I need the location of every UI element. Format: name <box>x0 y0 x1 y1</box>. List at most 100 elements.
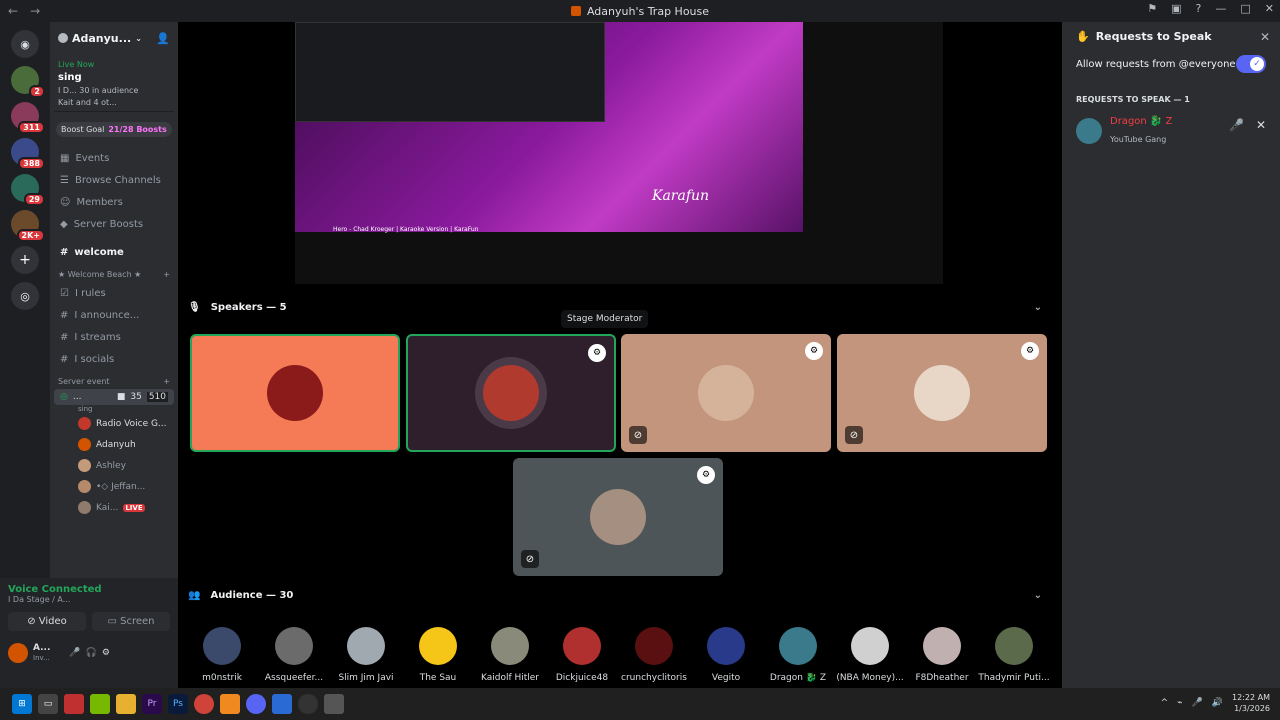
add-channel-icon[interactable]: + <box>163 270 170 279</box>
category-server-event[interactable]: Server event + <box>50 370 178 389</box>
discover-icon[interactable]: ◎ <box>11 282 39 310</box>
voice-channel[interactable]: I Da Stage / A... <box>8 595 170 604</box>
network-icon[interactable]: ⌁ <box>1177 698 1182 708</box>
photoshop-icon[interactable]: Ps <box>168 694 188 714</box>
gear-icon[interactable]: ⚙ <box>102 648 110 658</box>
audience-header[interactable]: 👥 Audience — 30 ⌄ <box>188 590 1052 601</box>
audience-member[interactable]: Thadymir Puti... <box>978 627 1050 683</box>
chrome-icon[interactable] <box>194 694 214 714</box>
speaker-tile[interactable]: ⚙ ⊘ <box>837 334 1047 452</box>
screen-share-stream[interactable]: Karafun Hero - Chad Kroeger | Karaoke Ve… <box>295 22 943 284</box>
add-server-icon[interactable]: + <box>11 246 39 274</box>
audience-member[interactable]: Kaidolf Hitler <box>474 627 546 683</box>
maximize-button[interactable]: □ <box>1240 2 1250 15</box>
audience-member[interactable]: F8Dheather <box>906 627 978 683</box>
volume-icon[interactable]: 🔊 <box>1212 698 1223 708</box>
audience-name: Dickjuice48 <box>555 673 609 683</box>
chevron-down-icon[interactable]: ⌄ <box>1034 302 1042 313</box>
audience-member[interactable]: (NBA Money)... <box>834 627 906 683</box>
dismiss-icon[interactable]: ✕ <box>1256 118 1266 132</box>
invite-icon[interactable]: 👤 <box>156 32 170 45</box>
screen-share-button[interactable]: ▭ Screen <box>92 612 170 631</box>
speakers-label: Speakers — 5 <box>210 302 287 313</box>
avatar[interactable] <box>8 643 28 663</box>
audience-member[interactable]: Dragon 🐉 Z <box>762 627 834 683</box>
server-folder[interactable]: 2K+ <box>11 210 45 242</box>
chevron-up-icon[interactable]: ^ <box>1161 698 1169 708</box>
guild-name: Adanyu... <box>72 31 132 45</box>
voice-user-name: Adanyuh <box>96 439 136 450</box>
invite-to-speak-icon[interactable]: 🎤 <box>1229 118 1244 132</box>
voice-user[interactable]: Radio Voice G... <box>50 413 178 434</box>
speaker-tile[interactable] <box>190 334 400 452</box>
mic-icon[interactable]: 🎤 <box>1192 698 1203 708</box>
channel-announcements[interactable]: # I announce... <box>50 304 178 326</box>
audience-member[interactable]: Dickjuice48 <box>546 627 618 683</box>
channel-label: welcome <box>74 246 124 258</box>
live-now-card[interactable]: Live Now sing I D... 30 in audience Kait… <box>54 56 174 112</box>
voice-user[interactable]: Adanyuh <box>50 434 178 455</box>
audience-member[interactable]: The Sau <box>402 627 474 683</box>
app-icon[interactable] <box>272 694 292 714</box>
user-name: A... <box>33 643 51 653</box>
minimize-button[interactable]: — <box>1215 2 1226 15</box>
windows-start-icon[interactable]: ⊞ <box>12 694 32 714</box>
request-item[interactable]: Dragon 🐉 Z YouTube Gang 🎤 ✕ <box>1076 116 1266 146</box>
avatar <box>347 627 385 665</box>
avatar <box>698 365 754 421</box>
speaker-tile[interactable]: ⚙ ⊘ <box>513 458 723 576</box>
voice-user[interactable]: Kai... LIVE <box>50 497 178 518</box>
menu-browse-channels[interactable]: ☰ Browse Channels <box>50 169 178 191</box>
voice-user[interactable]: •◇ Jeffan... <box>50 476 178 497</box>
stage-channel[interactable]: ◎ ... ■ 35 510 <box>54 389 174 405</box>
close-icon[interactable]: ✕ <box>1260 30 1270 44</box>
speaker-tile[interactable]: ⚙ <box>406 334 616 452</box>
app-icon[interactable] <box>64 694 84 714</box>
channel-streams[interactable]: # I streams <box>50 326 178 348</box>
audience-member[interactable]: crunchyclitoris <box>618 627 690 683</box>
clock[interactable]: 12:22 AM 1/3/2026 <box>1232 692 1270 714</box>
vlc-icon[interactable] <box>220 694 240 714</box>
audience-member[interactable]: m0nstrik <box>186 627 258 683</box>
screen-icon[interactable]: ▣ <box>1171 2 1181 15</box>
server-icon[interactable]: 2 <box>11 66 45 98</box>
help-icon[interactable]: ? <box>1196 2 1202 15</box>
menu-server-boosts[interactable]: ◆ Server Boosts <box>50 213 178 235</box>
toggle-switch[interactable] <box>1236 55 1266 73</box>
folder-icon[interactable] <box>116 694 136 714</box>
add-channel-icon[interactable]: + <box>163 377 170 386</box>
voice-status[interactable]: Voice Connected <box>8 584 170 595</box>
server-folder[interactable]: 311 <box>11 102 45 134</box>
menu-events[interactable]: ▦ Events <box>50 147 178 169</box>
audience-member[interactable]: Vegito <box>690 627 762 683</box>
voice-user[interactable]: Ashley <box>50 455 178 476</box>
allow-requests-toggle[interactable]: Allow requests from @everyone <box>1076 55 1266 73</box>
inbox-icon[interactable]: ⚑ <box>1147 2 1157 15</box>
speaker-tile[interactable]: ⚙ ⊘ <box>621 334 831 452</box>
boost-goal[interactable]: Boost Goal 21/28 Boosts <box>56 122 172 137</box>
chevron-down-icon[interactable]: ⌄ <box>1034 590 1042 601</box>
nvidia-icon[interactable] <box>90 694 110 714</box>
menu-members[interactable]: ☺ Members <box>50 191 178 213</box>
guild-header[interactable]: Adanyu... ⌄ 👤 <box>50 22 178 54</box>
mic-icon[interactable]: 🎤 <box>69 648 80 658</box>
obs-icon[interactable] <box>298 694 318 714</box>
headphones-icon[interactable]: 🎧 <box>86 648 97 658</box>
server-folder[interactable]: 29 <box>11 174 45 206</box>
category-welcome[interactable]: ★ Welcome Beach ★ + <box>50 263 178 282</box>
close-button[interactable]: ✕ <box>1265 2 1274 15</box>
discord-taskbar-icon[interactable] <box>246 694 266 714</box>
task-view-icon[interactable]: ▭ <box>38 694 58 714</box>
app-icon[interactable] <box>324 694 344 714</box>
request-user: Dragon 🐉 Z <box>1110 116 1173 127</box>
moderator-icon: ⚙ <box>588 344 606 362</box>
server-folder[interactable]: 388 <box>11 138 45 170</box>
channel-socials[interactable]: # I socials <box>50 348 178 370</box>
audience-member[interactable]: Assqueefer... <box>258 627 330 683</box>
premiere-icon[interactable]: Pr <box>142 694 162 714</box>
channel-rules[interactable]: ☑ I rules <box>50 282 178 304</box>
video-button[interactable]: ⊘ Video <box>8 612 86 631</box>
audience-member[interactable]: Slim Jim Javi <box>330 627 402 683</box>
channel-welcome[interactable]: # welcome <box>50 241 178 263</box>
discord-home-icon[interactable]: ◉ <box>11 30 39 58</box>
